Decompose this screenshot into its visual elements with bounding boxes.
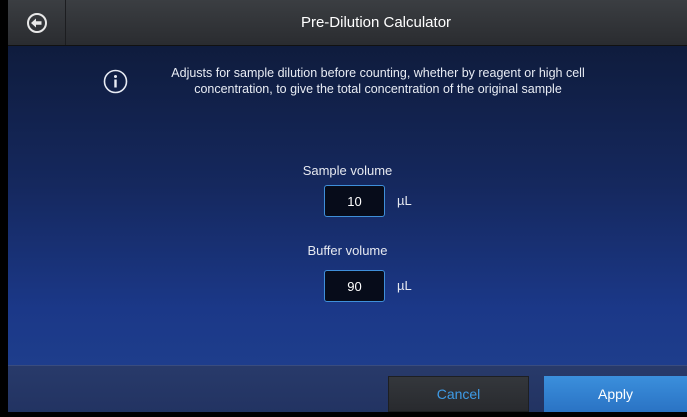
back-arrow-icon — [26, 12, 47, 33]
info-message: Adjusts for sample dilution before count… — [103, 65, 623, 105]
header-bar: Pre-Dilution Calculator — [8, 0, 687, 46]
info-text: Adjusts for sample dilution before count… — [171, 66, 585, 96]
info-icon — [103, 69, 128, 94]
back-button[interactable] — [8, 0, 66, 45]
buffer-volume-label: Buffer volume — [307, 243, 388, 258]
sample-volume-label: Sample volume — [302, 163, 393, 178]
sample-volume-input[interactable] — [324, 185, 385, 217]
cancel-button[interactable]: Cancel — [388, 376, 529, 412]
apply-button[interactable]: Apply — [544, 376, 687, 412]
buffer-volume-unit: µL — [397, 278, 412, 293]
buffer-volume-input[interactable] — [324, 270, 385, 302]
page-title: Pre-Dilution Calculator — [300, 14, 452, 31]
sample-volume-unit: µL — [397, 193, 412, 208]
app-window: Pre-Dilution Calculator Adjusts for samp… — [8, 0, 687, 412]
